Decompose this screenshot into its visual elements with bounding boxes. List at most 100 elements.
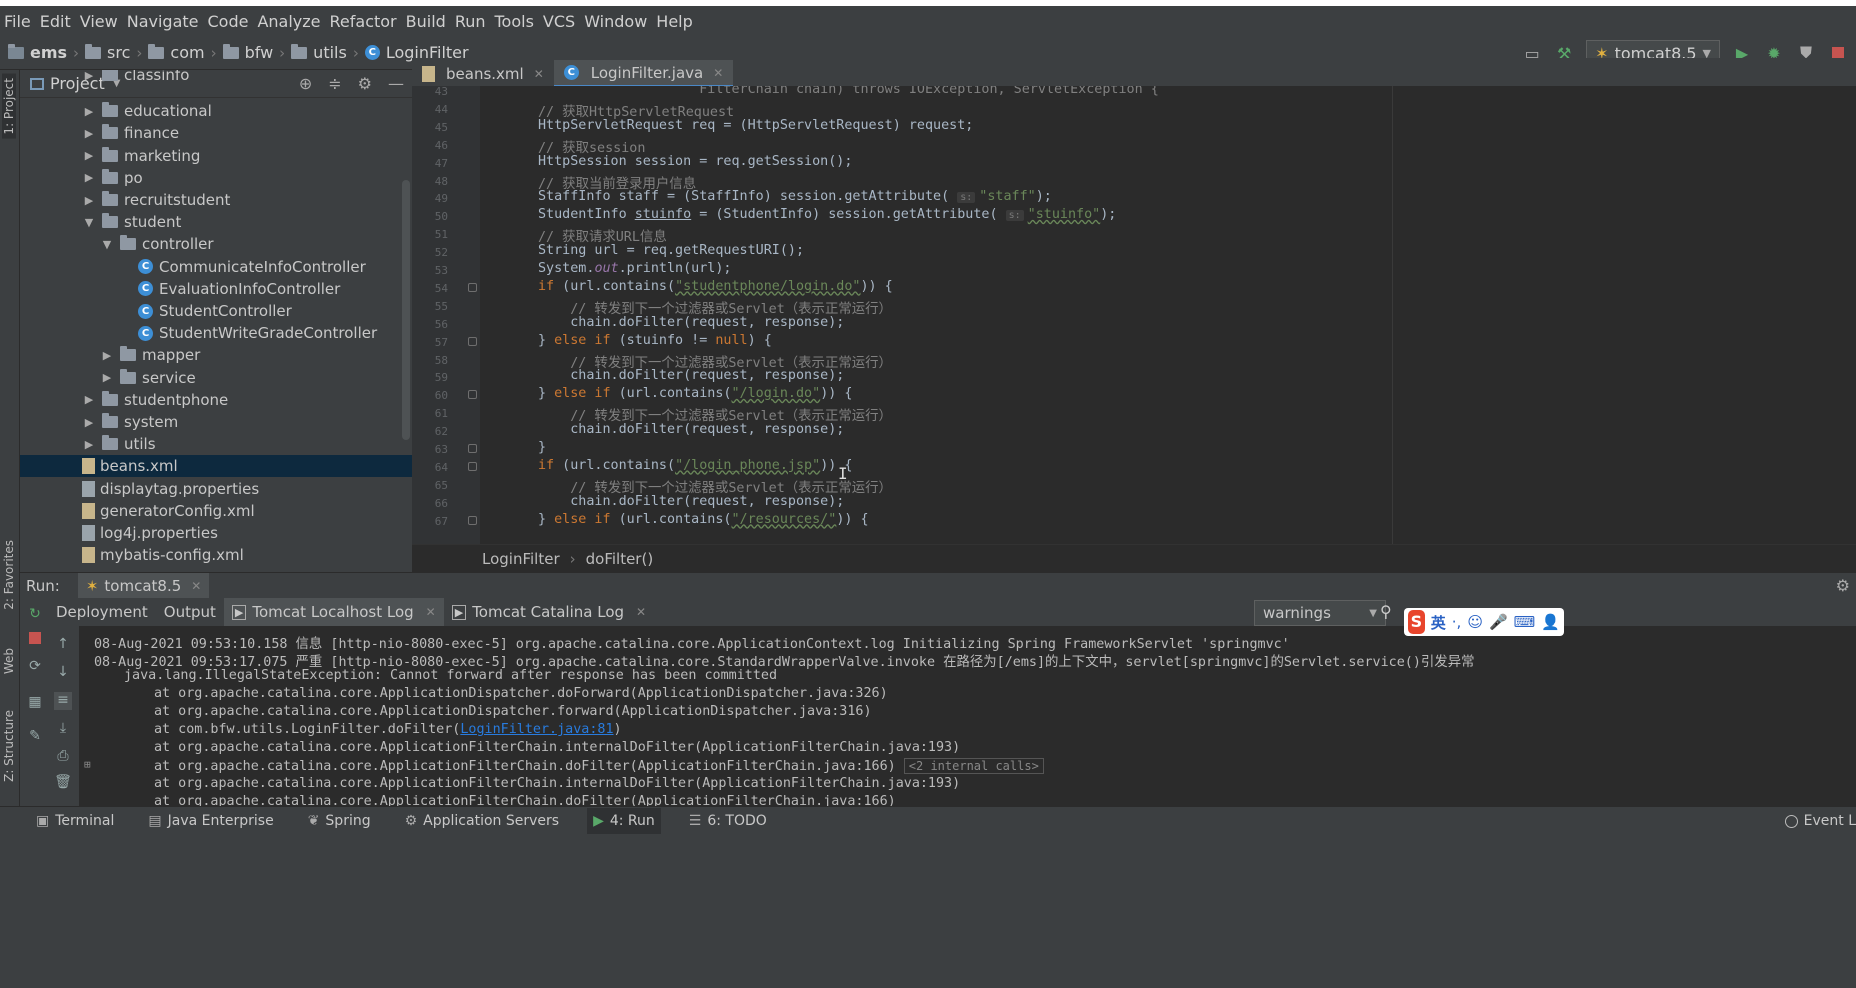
close-icon[interactable]: ✕	[191, 579, 201, 593]
down-arrow-icon[interactable]: ↓	[54, 664, 72, 682]
trash-icon[interactable]: 🗑	[54, 774, 72, 792]
scroll-to-end-icon[interactable]: ⤓	[54, 720, 72, 738]
internal-calls-badge[interactable]: <2 internal calls>	[903, 758, 1044, 774]
run-config-tab[interactable]: ✶ tomcat8.5 ✕	[77, 572, 210, 599]
tab-deployment[interactable]: Deployment	[48, 598, 156, 626]
tree-item[interactable]: mybatis-config.xml	[20, 544, 412, 566]
microphone-icon[interactable]: 🎤	[1489, 613, 1508, 631]
menu-help[interactable]: Help	[656, 12, 701, 31]
menu-file[interactable]: File	[4, 12, 40, 31]
tree-item[interactable]: C StudentController	[20, 300, 412, 322]
log-level-select[interactable]: warnings ▼	[1254, 600, 1386, 626]
tab-output[interactable]: Output	[156, 598, 224, 626]
event-log-button[interactable]: Event L	[1784, 807, 1856, 835]
tree-item[interactable]: ▶ utils	[20, 433, 412, 455]
collapsed-arrow-icon[interactable]: ▶	[82, 416, 96, 429]
tree-item[interactable]: ▶ service	[20, 367, 412, 389]
gear-icon[interactable]: ⚙	[1836, 576, 1850, 595]
tree-item[interactable]: ▶ system	[20, 411, 412, 433]
fold-plus-icon[interactable]: ⊞	[84, 758, 91, 771]
tree-item[interactable]: log4j.properties	[20, 522, 412, 544]
bottom-tab-java-enterprise[interactable]: ▤ Java Enterprise	[142, 808, 279, 834]
menu-vcs[interactable]: VCS	[543, 12, 584, 31]
fold-marker-icon[interactable]	[468, 336, 477, 346]
menu-view[interactable]: View	[80, 12, 127, 31]
tree-item[interactable]: C EvaluationInfoController	[20, 278, 412, 300]
fold-marker-icon[interactable]	[468, 515, 477, 525]
breadcrumb-bfw[interactable]: bfw	[222, 43, 273, 62]
favorites-tool-tab[interactable]: 2: Favorites	[2, 540, 16, 610]
tab-loginfilter-java[interactable]: C LoginFilter.java ✕	[553, 60, 734, 88]
fold-marker-icon[interactable]	[468, 461, 477, 471]
rerun-icon[interactable]: ↻	[26, 606, 44, 624]
collapsed-arrow-icon[interactable]: ▶	[82, 194, 96, 207]
breadcrumb-method[interactable]: doFilter()	[586, 550, 654, 568]
layout-icon[interactable]: ▦	[26, 694, 44, 712]
collapsed-arrow-icon[interactable]: ▶	[100, 371, 114, 384]
menu-refactor[interactable]: Refactor	[330, 12, 406, 31]
structure-tool-tab[interactable]: Z: Structure	[2, 710, 16, 782]
tree-item[interactable]: ▶ studentphone	[20, 389, 412, 411]
soft-wrap-icon[interactable]: ≡	[54, 692, 72, 710]
collapsed-arrow-icon[interactable]: ▶	[82, 438, 96, 451]
tree-item[interactable]: ▶ classinfo	[20, 70, 412, 86]
fold-marker-icon[interactable]	[468, 390, 477, 400]
breadcrumb-utils[interactable]: utils	[291, 43, 347, 62]
print-icon[interactable]: ⎙	[54, 748, 72, 766]
collapsed-arrow-icon[interactable]: ▶	[82, 171, 96, 184]
tree-item[interactable]: C StudentWriteGradeController	[20, 322, 412, 344]
bottom-tab-4-run[interactable]: ▶ 4: Run	[587, 807, 661, 834]
tab-tomcat-localhost-log[interactable]: ▶ Tomcat Localhost Log ✕	[223, 598, 444, 626]
bottom-tab-application-servers[interactable]: ⚙ Application Servers	[399, 808, 565, 834]
tree-item[interactable]: ▶ po	[20, 167, 412, 189]
breadcrumb-com[interactable]: com	[148, 43, 205, 62]
close-icon[interactable]: ✕	[426, 605, 436, 619]
menu-window[interactable]: Window	[584, 12, 656, 31]
fold-marker-icon[interactable]	[468, 282, 477, 292]
bottom-tab-6-todo[interactable]: ☰ 6: TODO	[683, 808, 773, 834]
web-tool-tab[interactable]: Web	[2, 648, 16, 674]
menu-analyze[interactable]: Analyze	[257, 12, 329, 31]
tree-item[interactable]: ▼ student	[20, 211, 412, 233]
breadcrumb-src[interactable]: src	[85, 43, 130, 62]
bottom-tab-spring[interactable]: ❦ Spring	[302, 808, 377, 834]
menu-build[interactable]: Build	[406, 12, 455, 31]
collapsed-arrow-icon[interactable]: ▶	[82, 127, 96, 140]
expanded-arrow-icon[interactable]: ▼	[82, 216, 96, 229]
tree-item[interactable]: ▼ controller	[20, 233, 412, 255]
up-arrow-icon[interactable]: ↑	[54, 636, 72, 654]
project-tool-tab[interactable]: 1: Project	[2, 74, 16, 139]
breadcrumb-class[interactable]: LoginFilter	[482, 550, 560, 568]
project-scrollbar[interactable]	[402, 180, 410, 440]
tree-item[interactable]: generatorConfig.xml	[20, 500, 412, 522]
collapsed-arrow-icon[interactable]: ▶	[82, 149, 96, 162]
collapsed-arrow-icon[interactable]: ▶	[100, 349, 114, 362]
search-icon[interactable]: ⚲	[1380, 602, 1392, 621]
menu-code[interactable]: Code	[208, 12, 258, 31]
close-icon[interactable]: ✕	[534, 67, 544, 81]
code-editor[interactable]: 43 44 45 46 47 48 49 50 51 52 53 54 55 56 57 58 59 60 61 62…	[412, 86, 1856, 544]
tree-item[interactable]: ▶ marketing	[20, 145, 412, 167]
stacktrace-link[interactable]: LoginFilter.java:81	[460, 722, 613, 737]
emoji-icon[interactable]: ☺	[1467, 613, 1483, 631]
menu-run[interactable]: Run	[455, 12, 495, 31]
tree-item[interactable]: ▶ finance	[20, 122, 412, 144]
collapsed-arrow-icon[interactable]: ▶	[82, 105, 96, 118]
tab-tomcat-catalina-log[interactable]: ▶ Tomcat Catalina Log ✕	[444, 598, 654, 626]
stop-icon[interactable]	[26, 632, 44, 650]
bottom-tab-terminal[interactable]: ▣ Terminal	[30, 808, 120, 834]
console-output[interactable]: 08-Aug-2021 09:53:10.158 信息 [http-nio-80…	[80, 626, 1856, 806]
close-icon[interactable]: ✕	[713, 66, 723, 80]
collapsed-arrow-icon[interactable]: ▶	[82, 393, 96, 406]
restart-icon[interactable]: ⟳	[26, 658, 44, 676]
sogou-logo[interactable]: S	[1408, 610, 1425, 634]
tree-item[interactable]: displaytag.properties	[20, 478, 412, 500]
tree-item[interactable]: beans.xml	[20, 455, 412, 478]
collapsed-arrow-icon[interactable]: ▶	[82, 70, 96, 82]
menu-edit[interactable]: Edit	[40, 12, 80, 31]
tab-beans-xml[interactable]: beans.xml ✕	[412, 60, 554, 88]
tree-item[interactable]: C CommunicateInfoController	[20, 256, 412, 278]
tree-item[interactable]: ▶ educational	[20, 100, 412, 122]
tree-item[interactable]: ▶ mapper	[20, 344, 412, 366]
breadcrumb-project[interactable]: ems	[8, 43, 67, 62]
